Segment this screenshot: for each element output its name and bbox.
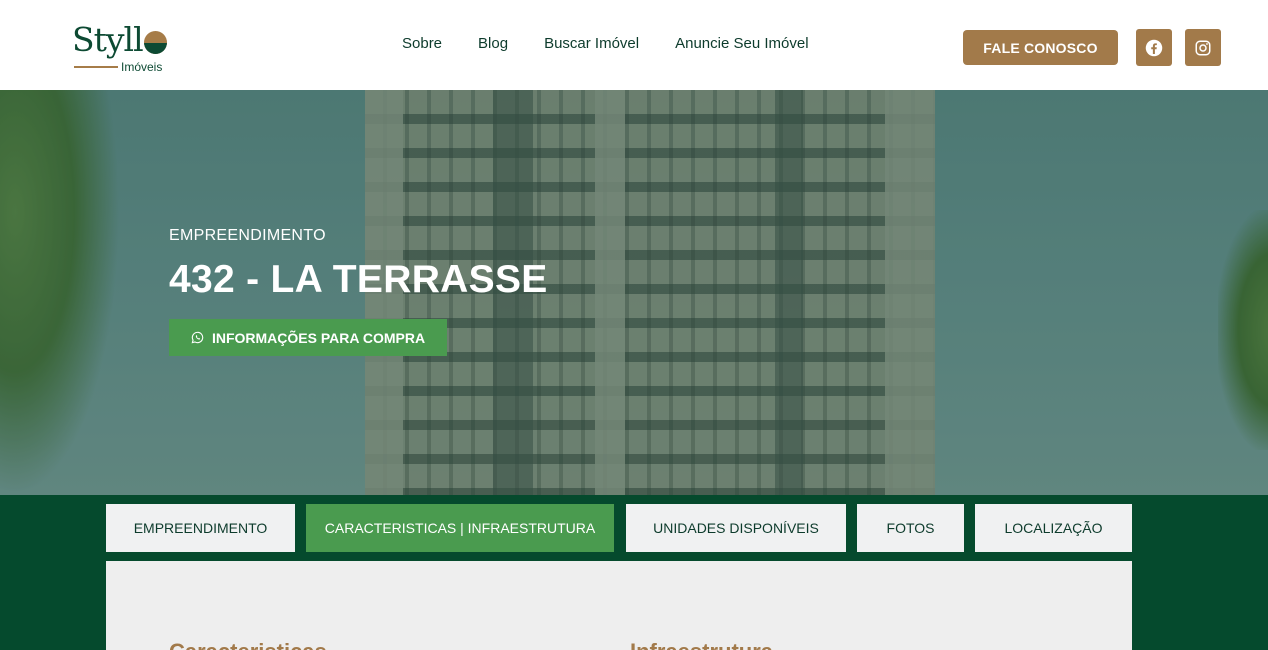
nav-item-sobre[interactable]: Sobre: [402, 35, 442, 52]
facebook-button[interactable]: [1136, 29, 1172, 66]
whatsapp-icon: [191, 331, 204, 344]
informacoes-compra-button[interactable]: INFORMAÇÕES PARA COMPRA: [169, 319, 447, 356]
hero-eyebrow: EMPREENDIMENTO: [169, 227, 326, 244]
main-nav: Sobre Blog Buscar Imóvel Anuncie Seu Imó…: [402, 35, 809, 52]
logo-word: Styll: [72, 20, 144, 59]
tab-empreendimento[interactable]: EMPREENDIMENTO: [106, 504, 295, 552]
tab-fotos[interactable]: FOTOS: [857, 504, 964, 552]
fale-conosco-button[interactable]: FALE CONOSCO: [963, 30, 1118, 65]
instagram-button[interactable]: [1185, 29, 1221, 66]
details-section: EMPREENDIMENTO CARACTERISTICAS | INFRAES…: [0, 495, 1268, 650]
nav-item-buscar-imovel[interactable]: Buscar Imóvel: [544, 35, 639, 52]
nav-item-blog[interactable]: Blog: [478, 35, 508, 52]
site-header: Styll Imóveis Sobre Blog Buscar Imóvel A…: [0, 0, 1268, 90]
hero-title: 432 - LA TERRASSE: [169, 258, 548, 301]
tab-panel: Caracteristicas Infraestrutura: [106, 561, 1132, 650]
infraestrutura-heading: Infraestrutura: [630, 639, 773, 650]
tab-caracteristicas-infraestrutura[interactable]: CARACTERISTICAS | INFRAESTRUTURA: [306, 504, 614, 552]
tab-localizacao[interactable]: LOCALIZAÇÃO: [975, 504, 1132, 552]
logo-subtitle: Imóveis: [121, 60, 163, 74]
logo-mark-icon: [144, 31, 167, 54]
logo[interactable]: Styll Imóveis: [72, 22, 172, 76]
nav-item-anuncie[interactable]: Anuncie Seu Imóvel: [675, 35, 808, 52]
caracteristicas-heading: Caracteristicas: [169, 639, 327, 650]
tab-unidades-disponiveis[interactable]: UNIDADES DISPONÍVEIS: [626, 504, 846, 552]
instagram-icon: [1195, 40, 1211, 55]
facebook-icon: [1145, 39, 1163, 56]
informacoes-compra-label: INFORMAÇÕES PARA COMPRA: [211, 329, 426, 346]
hero-banner: EMPREENDIMENTO 432 - LA TERRASSE INFORMA…: [0, 90, 1268, 495]
logo-divider: [74, 66, 118, 68]
